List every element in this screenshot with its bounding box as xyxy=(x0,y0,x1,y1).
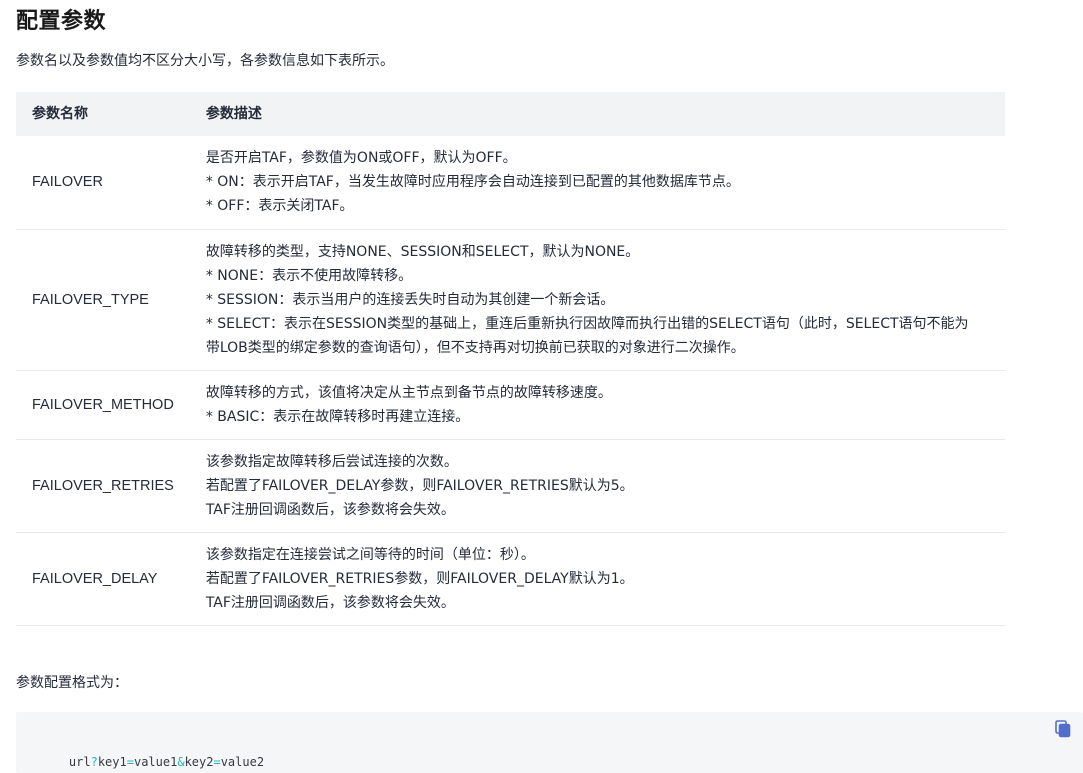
table-row: FAILOVER_METHOD 故障转移的方式，该值将决定从主节点到备节点的故障转… xyxy=(16,370,1005,440)
param-desc-line: * BASIC：表示在故障转移时再建立连接。 xyxy=(205,408,470,425)
param-desc-line: 该参数指定在连接尝试之间等待的时间（单位：秒）。 xyxy=(205,546,535,563)
code-token: url xyxy=(68,755,91,769)
code-block: url?key1=value1&key2=value2 xyxy=(16,712,1083,773)
parameters-table: 参数名称 参数描述 FAILOVER 是否开启TAF，参数值为ON或OFF，默认为… xyxy=(16,92,1005,626)
header-param-desc: 参数描述 xyxy=(189,92,1005,136)
table-row: FAILOVER 是否开启TAF，参数值为ON或OFF，默认为OFF。 * ON：表… xyxy=(16,136,1005,230)
param-desc-cell: 该参数指定故障转移后尝试连接的次数。若配置了FAILOVER_DELAY参数，则… xyxy=(189,439,1005,533)
param-desc-line: * SESSION：表示当用户的连接丢失时自动为其创建一个新会话。 xyxy=(205,291,615,308)
param-name-cell: FAILOVER_METHOD xyxy=(16,370,190,440)
param-desc-cell: 是否开启TAF，参数值为ON或OFF，默认为OFF。 * ON：表示开启TAF，当… xyxy=(189,136,1005,230)
code-text: url?key1=value1&key2=value2 xyxy=(40,735,264,773)
table-row: FAILOVER_RETRIES 该参数指定故障转移后尝试连接的次数。 若配置了FA… xyxy=(16,439,1005,533)
param-desc-line: 若配置了FAILOVER_DELAY参数，则FAILOVER_RETRIES默认… xyxy=(205,477,634,494)
param-desc-line: 若配置了FAILOVER_RETRIES参数，则FAILOVER_DELAY默认… xyxy=(205,570,634,587)
param-desc-cell: 该参数指定在连接尝试之间等待的时间（单位：秒）。若配置了FAILOVER_RET… xyxy=(189,532,1005,626)
param-desc-line: TAF注册回调函数后，该参数将会失效。 xyxy=(205,501,455,518)
format-label: 参数配置格式为： xyxy=(16,675,128,691)
param-desc-line: 该参数指定故障转移后尝试连接的次数。 xyxy=(205,453,458,470)
param-desc-line: * NONE：表示不使用故障转移。 xyxy=(205,267,413,284)
param-name-cell: FAILOVER xyxy=(16,136,190,230)
param-desc-line: 故障转移的方式，该值将决定从主节点到备节点的故障转移速度。 xyxy=(205,384,612,401)
param-name-cell: FAILOVER_TYPE xyxy=(16,229,190,371)
param-desc-line: 是否开启TAF，参数值为ON或OFF，默认为OFF。 xyxy=(205,150,517,167)
page-title: 配置参数 xyxy=(16,9,107,34)
code-token: key1 xyxy=(97,755,127,769)
table-header-row: 参数名称 参数描述 xyxy=(16,92,1005,136)
param-name-cell: FAILOVER_RETRIES xyxy=(16,439,190,533)
param-desc-line: * OFF：表示关闭TAF。 xyxy=(205,198,354,215)
intro-text: 参数名以及参数值均不区分大小写，各参数信息如下表所示。 xyxy=(16,53,394,69)
code-token: value1 xyxy=(133,755,178,769)
table-row: FAILOVER_DELAY 该参数指定在连接尝试之间等待的时间（单位：秒）。 若配… xyxy=(16,532,1005,626)
code-token: value2 xyxy=(220,755,265,769)
code-operator: ? xyxy=(90,755,98,769)
param-desc-line: TAF注册回调函数后，该参数将会失效。 xyxy=(205,594,455,611)
param-desc-line: * SELECT：表示在SESSION类型的基础上，重连后重新执行因故障而执行出… xyxy=(205,315,969,356)
param-desc-cell: 故障转移的方式，该值将决定从主节点到备节点的故障转移速度。 * BASIC：表示在… xyxy=(189,370,1005,440)
code-operator: = xyxy=(126,755,134,769)
param-name-cell: FAILOVER_DELAY xyxy=(16,532,190,626)
code-operator: = xyxy=(213,755,221,769)
table-row: FAILOVER_TYPE 故障转移的类型，支持NONE、SESSION和SELE… xyxy=(16,229,1005,371)
param-desc-cell: 故障转移的类型，支持NONE、SESSION和SELECT，默认为NONE。 * … xyxy=(189,229,1005,371)
copy-icon[interactable] xyxy=(1055,720,1071,738)
param-desc-line: * ON：表示开启TAF，当发生故障时应用程序会自动连接到已配置的其他数据库节点… xyxy=(205,174,740,191)
code-token: key2 xyxy=(184,755,214,769)
code-operator: & xyxy=(177,755,185,769)
header-param-name: 参数名称 xyxy=(16,92,190,136)
param-desc-line: 故障转移的类型，支持NONE、SESSION和SELECT，默认为NONE。 xyxy=(205,243,640,260)
